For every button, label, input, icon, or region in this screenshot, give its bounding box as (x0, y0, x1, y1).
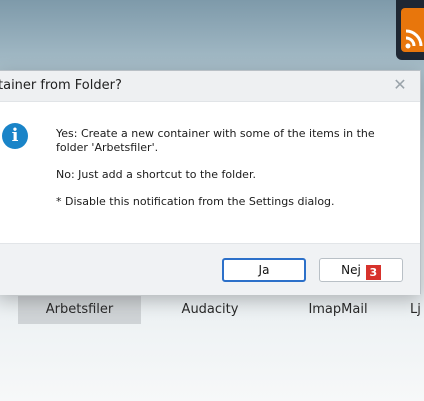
dialog-title: tainer from Folder? (0, 78, 122, 93)
step-badge: 3 (365, 265, 381, 280)
message-yes: Yes: Create a new container with some of… (56, 127, 375, 154)
info-icon: i (2, 123, 28, 149)
no-button[interactable]: Nej 3 (319, 258, 403, 282)
confirm-dialog: tainer from Folder? ✕ i Yes: Create a ne… (0, 70, 421, 295)
folder-item-lj[interactable]: Lj (410, 296, 424, 324)
no-button-label: Nej (341, 263, 361, 277)
rss-waves-icon (405, 29, 423, 49)
yes-button-label: Ja (258, 263, 270, 277)
folder-item-imapmail[interactable]: ImapMail (283, 296, 393, 324)
dialog-footer: Ja Nej 3 (0, 243, 420, 295)
dialog-titlebar[interactable]: tainer from Folder? ✕ (0, 71, 420, 102)
close-icon[interactable]: ✕ (390, 75, 410, 95)
yes-button[interactable]: Ja (222, 258, 306, 282)
folder-item-arbetsfiler[interactable]: Arbetsfiler (18, 296, 141, 324)
message-note: * Disable this notification from the Set… (56, 195, 335, 208)
message-no: No: Just add a shortcut to the folder. (56, 168, 256, 181)
folder-strip: Arbetsfiler Audacity ImapMail Lj (0, 296, 424, 324)
folder-item-audacity[interactable]: Audacity (160, 296, 260, 324)
